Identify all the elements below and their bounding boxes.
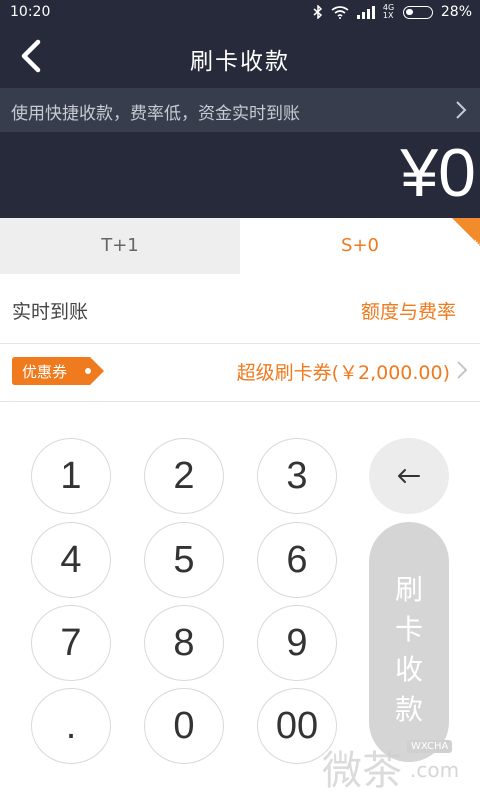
backspace-button[interactable]: [369, 438, 449, 514]
status-time: 10:20: [10, 4, 51, 20]
status-icons: 4G 1X 28%: [313, 4, 472, 20]
wifi-icon: [331, 5, 349, 19]
pay-char-1: 刷: [394, 573, 423, 606]
watermark-text: 微茶: [322, 748, 402, 794]
tab-s0-label: S+0: [341, 235, 379, 256]
amount-value: ¥0: [400, 135, 476, 211]
key-9[interactable]: 9: [257, 605, 337, 681]
amount-display: ¥0: [0, 132, 480, 218]
pay-button-label: 刷 卡 收 款: [369, 570, 449, 730]
settlement-row: 实时到账 额度与费率: [0, 274, 480, 344]
header-bar: 刷卡收款: [0, 26, 480, 88]
tab-t1[interactable]: T+1: [0, 218, 240, 274]
promo-banner[interactable]: 使用快捷收款，费率低，资金实时到账: [0, 88, 480, 132]
watermark-badge: WXCHA: [407, 740, 453, 753]
coupon-value: 超级刷卡券(￥2,000.00): [236, 362, 450, 384]
key-dot[interactable]: .: [31, 688, 111, 764]
watermark-suffix: .com: [410, 758, 460, 782]
key-7[interactable]: 7: [31, 605, 111, 681]
key-2[interactable]: 2: [144, 438, 224, 514]
chevron-right-icon: [457, 361, 468, 379]
network-type: 4G 1X: [382, 3, 395, 20]
coupon-row[interactable]: 优惠券 超级刷卡券(￥2,000.00): [0, 344, 480, 402]
tab-s0[interactable]: S+0 券: [240, 218, 480, 274]
coupon-tag: 优惠券: [12, 357, 104, 385]
promo-text: 使用快捷收款，费率低，资金实时到账: [11, 104, 300, 124]
key-4[interactable]: 4: [31, 522, 111, 598]
swipe-card-pay-button[interactable]: 刷 卡 收 款: [369, 522, 449, 762]
battery-level: 28%: [440, 4, 472, 20]
key-0[interactable]: 0: [144, 688, 224, 764]
key-3[interactable]: 3: [257, 438, 337, 514]
pay-char-4: 款: [394, 693, 423, 726]
key-1[interactable]: 1: [31, 438, 111, 514]
key-8[interactable]: 8: [144, 605, 224, 681]
key-5[interactable]: 5: [144, 522, 224, 598]
pay-char-2: 卡: [394, 613, 423, 646]
settlement-label: 实时到账: [12, 301, 89, 323]
settlement-tabs: T+1 S+0 券: [0, 218, 480, 274]
bluetooth-icon: [313, 5, 322, 19]
coupon-tag-label: 优惠券: [22, 363, 68, 381]
signal-icon: [356, 5, 375, 19]
page-title: 刷卡收款: [190, 49, 290, 75]
chevron-right-icon: [456, 101, 467, 119]
status-bar: 10:20 4G 1X 28%: [0, 0, 480, 26]
key-6[interactable]: 6: [257, 522, 337, 598]
limits-fees-link[interactable]: 额度与费率: [361, 297, 456, 324]
backspace-icon: [398, 469, 420, 483]
battery-icon: [402, 5, 433, 19]
pay-char-3: 收: [394, 653, 423, 686]
